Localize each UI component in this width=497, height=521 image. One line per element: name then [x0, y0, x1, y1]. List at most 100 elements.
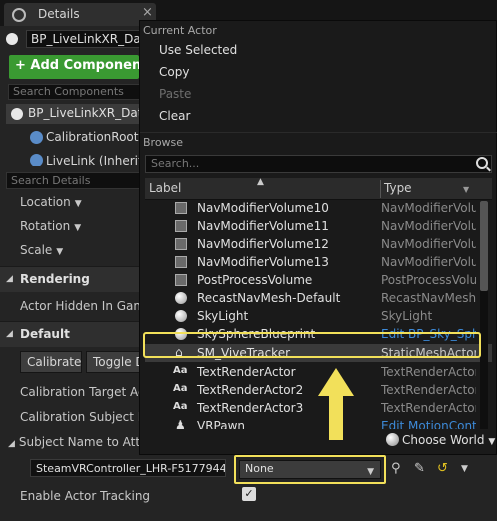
- list-item-type: SkyLight: [381, 309, 433, 323]
- list-item-label: RecastNavMesh-Default: [197, 291, 341, 305]
- actor-name-field[interactable]: BP_LiveLinkXR_Data: [26, 30, 146, 48]
- checkmark-icon: ✓: [244, 487, 254, 500]
- enable-tracking-checkbox[interactable]: ✓: [242, 487, 256, 501]
- text-icon: Aa: [173, 365, 188, 376]
- list-item-label: NavModifierVolume13: [197, 255, 329, 269]
- tab-details[interactable]: Details ×: [4, 3, 156, 26]
- collapse-icon: ◢: [6, 274, 13, 284]
- menu-use-selected[interactable]: Use Selected: [159, 43, 237, 57]
- component-root-label: BP_LiveLinkXR_Data: [28, 106, 140, 120]
- text-icon: Aa: [173, 401, 188, 412]
- chevron-down-icon: ▼: [74, 199, 82, 209]
- search-components-input[interactable]: Search Components: [8, 84, 140, 100]
- list-item[interactable]: PostProcessVolume PostProcessVolur: [145, 271, 492, 289]
- section-default[interactable]: ◢ Default: [0, 321, 140, 347]
- text-icon: Aa: [173, 383, 188, 394]
- list-item-type-link[interactable]: Edit MotionContr: [381, 419, 476, 429]
- scale-label: Scale: [20, 243, 53, 257]
- chevron-down-icon: ▼: [367, 467, 374, 477]
- list-item-label: VRPawn: [197, 419, 246, 429]
- location-dropdown[interactable]: Location ▼: [20, 195, 82, 209]
- actor-picker-value: None: [245, 462, 274, 475]
- search-icon: [476, 157, 488, 169]
- toggle-button[interactable]: Toggle D: [86, 351, 140, 373]
- list-item[interactable]: SkyLight SkyLight: [145, 307, 492, 325]
- list-item[interactable]: RecastNavMesh-Default RecastNavMesh: [145, 289, 492, 307]
- list-item-label: NavModifierVolume11: [197, 219, 329, 233]
- subject-attach-label: Subject Name to Attach: [18, 435, 140, 449]
- tab-details-label: Details: [38, 7, 80, 21]
- list-item[interactable]: NavModifierVolume10 NavModifierVolur: [145, 201, 492, 217]
- rotation-dropdown[interactable]: Rotation ▼: [20, 219, 81, 233]
- chevron-down-icon: ▼: [74, 223, 82, 233]
- list-item-label: PostProcessVolume: [197, 273, 313, 287]
- box-icon: [175, 202, 187, 214]
- reset-arrow-icon[interactable]: ↺: [437, 461, 448, 476]
- list-item-label: SkyLight: [197, 309, 249, 323]
- sort-ascending-icon[interactable]: ▲: [257, 177, 264, 187]
- subject-attach-row[interactable]: ◢Subject Name to Attach: [8, 435, 140, 449]
- component-item-livelink[interactable]: LiveLink (Inherite: [30, 154, 140, 166]
- box-icon: [175, 274, 187, 286]
- list-scrollbar-thumb[interactable]: [480, 201, 488, 291]
- component-item-label: CalibrationRoot (: [46, 130, 140, 144]
- sphere-icon: [175, 292, 187, 304]
- actor-picker-highlight: None ▼: [234, 455, 386, 484]
- column-options-icon[interactable]: ▼: [463, 185, 469, 194]
- list-item[interactable]: NavModifierVolume12 NavModifierVolur: [145, 235, 492, 253]
- search-details-input[interactable]: Search Details: [6, 172, 140, 189]
- globe-icon: [386, 433, 399, 446]
- column-type[interactable]: Type: [384, 181, 412, 195]
- list-item-type: NavModifierVolur: [381, 255, 476, 269]
- collapse-icon: ◢: [8, 439, 15, 449]
- section-rendering[interactable]: ◢ Rendering: [0, 266, 140, 292]
- calibration-subject-label: Calibration Subject Nam: [20, 410, 140, 424]
- list-item-label: NavModifierVolume12: [197, 237, 329, 251]
- rotation-label: Rotation: [20, 219, 71, 233]
- eyedropper-icon[interactable]: ✎: [414, 461, 425, 476]
- list-column-header: ▲ Label Type ▼: [145, 177, 492, 200]
- list-item-type: NavModifierVolur: [381, 201, 476, 215]
- enable-tracking-label: Enable Actor Tracking: [20, 489, 151, 503]
- editor-window: Details × BP_LiveLinkXR_Data + Add Compo…: [0, 0, 497, 521]
- column-divider: [380, 180, 381, 198]
- sphere-icon: [175, 310, 187, 322]
- list-item[interactable]: NavModifierVolume13 NavModifierVolur: [145, 253, 492, 271]
- chevron-down-icon: ▼: [488, 437, 496, 447]
- chevron-down-icon[interactable]: ▼: [461, 464, 468, 474]
- browse-search-input[interactable]: Search...: [145, 155, 492, 173]
- add-component-button[interactable]: + Add Component: [9, 55, 139, 79]
- scene-component-icon: [30, 131, 43, 144]
- scale-dropdown[interactable]: Scale ▼: [20, 243, 63, 257]
- component-tree-root[interactable]: BP_LiveLinkXR_Data: [6, 104, 140, 124]
- current-actor-heading: Current Actor: [143, 24, 217, 37]
- list-item-type: TextRenderActor: [381, 383, 476, 397]
- location-label: Location: [20, 195, 71, 209]
- menu-clear[interactable]: Clear: [159, 109, 190, 123]
- section-default-label: Default: [20, 327, 70, 341]
- calibrate-button[interactable]: Calibrate: [20, 351, 82, 373]
- menu-copy[interactable]: Copy: [159, 65, 189, 79]
- browse-heading: Browse: [143, 136, 184, 149]
- list-item[interactable]: NavModifierVolume11 NavModifierVolur: [145, 217, 492, 235]
- collapse-icon: ◢: [6, 329, 13, 339]
- actor-hidden-label: Actor Hidden In Game: [20, 299, 153, 313]
- browse-icon[interactable]: ⚲: [391, 461, 401, 476]
- choose-world-button[interactable]: Choose World ▼: [386, 433, 495, 447]
- component-item-calibration-root[interactable]: CalibrationRoot (: [30, 130, 140, 144]
- browse-search-placeholder: Search...: [151, 157, 200, 170]
- scene-component-icon: [30, 154, 43, 166]
- box-icon: [175, 238, 187, 250]
- list-item-label: TextRenderActor: [197, 365, 296, 379]
- actor-picker-combo[interactable]: None ▼: [239, 460, 381, 479]
- section-rendering-label: Rendering: [20, 272, 90, 286]
- column-label[interactable]: Label: [149, 181, 181, 195]
- chevron-down-icon: ▼: [56, 247, 64, 257]
- pawn-icon: ♟: [175, 418, 186, 429]
- callout-arrow-icon: [318, 368, 354, 440]
- menu-paste[interactable]: Paste: [159, 87, 191, 101]
- subject-name-field[interactable]: SteamVRController_LHR-F5177944: [30, 459, 226, 477]
- close-tab-icon[interactable]: ×: [142, 5, 153, 20]
- details-icon: [12, 8, 26, 22]
- list-item-type: TextRenderActor: [381, 401, 476, 415]
